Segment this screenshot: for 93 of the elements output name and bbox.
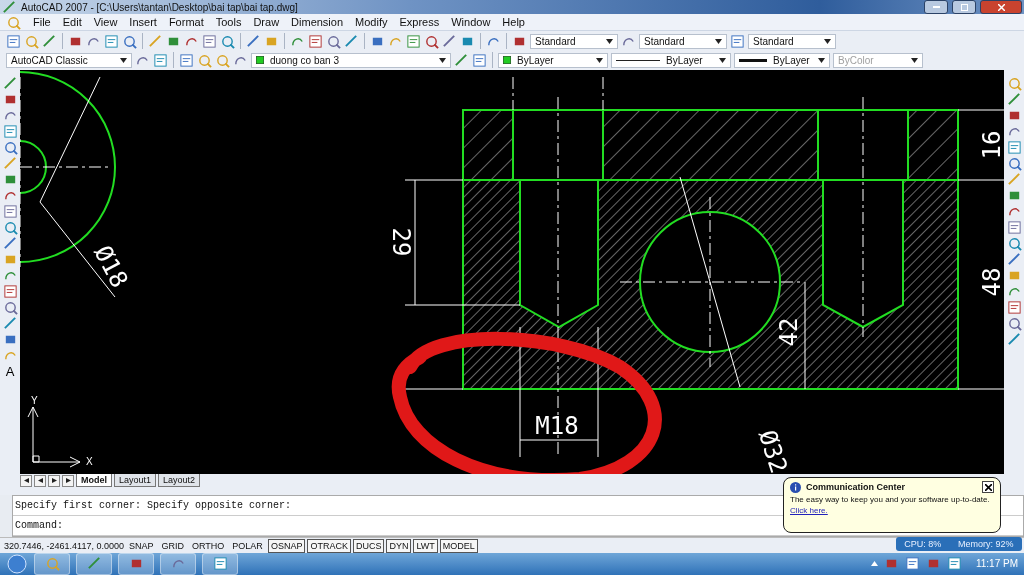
- prev-tab-button[interactable]: [34, 474, 46, 487]
- next-tab-button[interactable]: [48, 474, 60, 487]
- menu-item[interactable]: Window: [451, 16, 491, 29]
- menu-item[interactable]: Modify: [355, 16, 388, 29]
- dropdown-caret-icon[interactable]: [715, 38, 722, 44]
- notification-message: The easy way to keep you and your software up-to-date.: [790, 495, 991, 504]
- status-toggle[interactable]: LWT: [413, 538, 438, 553]
- window-title: AutoCAD 2007 - [C:\Users\tantan\Desktop\bai tap\bai tap.dwg]: [21, 1, 298, 13]
- dropdown-caret-icon[interactable]: [596, 58, 603, 63]
- status-toggle[interactable]: OTRACK: [307, 538, 351, 553]
- arrow-icon: [23, 478, 29, 484]
- menu-item[interactable]: Format: [168, 16, 204, 29]
- coordinates-readout: 320.7446, -2461.4117, 0.0000: [4, 540, 124, 551]
- dimension-text: 29: [387, 227, 415, 257]
- layer-color-icon: [256, 56, 264, 65]
- status-toggle[interactable]: GRID: [158, 538, 187, 553]
- layer-dropdown[interactable]: duong co ban 3: [251, 53, 451, 68]
- drawing-canvas[interactable]: 16 29 48 Ø18 M18 Ø32 42 Y X: [20, 70, 1004, 475]
- dimension-text: Ø18: [88, 241, 134, 293]
- ucs-axis-icon: [27, 406, 81, 468]
- dimension-text: 16: [978, 130, 1004, 160]
- status-toggle[interactable]: DYN: [386, 538, 412, 553]
- clock[interactable]: 11:17 PM: [975, 558, 1018, 570]
- minimize-button[interactable]: [924, 0, 948, 14]
- arrow-icon: [65, 478, 71, 484]
- maximize-button[interactable]: [952, 0, 976, 14]
- notification-title: Communication Center: [806, 482, 906, 492]
- dropdown-caret-icon[interactable]: [824, 38, 831, 44]
- close-icon: [984, 483, 992, 491]
- layer-name: duong co ban 3: [270, 55, 339, 66]
- line-icon[interactable]: [2, 76, 18, 92]
- info-icon: [790, 481, 801, 493]
- layout-tab[interactable]: Layout2: [158, 474, 201, 488]
- menu-item[interactable]: Insert: [129, 16, 157, 29]
- menu-item[interactable]: File: [33, 16, 51, 29]
- status-toggle[interactable]: DUCS: [352, 538, 385, 553]
- layout-tab[interactable]: Model: [76, 474, 112, 488]
- close-icon: [997, 3, 1005, 11]
- color-value: ByLayer: [517, 55, 554, 66]
- menu-item[interactable]: View: [93, 16, 118, 29]
- start-orb-icon[interactable]: [6, 554, 28, 574]
- lineweight-dropdown[interactable]: ByLayer: [734, 53, 830, 68]
- dimension-text: M18: [535, 412, 579, 441]
- minimize-icon: [932, 6, 940, 8]
- multiline-text-tool[interactable]: A: [5, 364, 15, 380]
- table-style-dropdown[interactable]: Standard: [748, 33, 836, 49]
- color-swatch-icon: [503, 56, 511, 65]
- cpu-usage: CPU: 8%: [904, 539, 942, 549]
- axis-label: Y: [31, 395, 38, 407]
- taskbar-button[interactable]: [76, 553, 112, 575]
- memory-usage: Memory: 92%: [958, 539, 1014, 549]
- notification-link[interactable]: Click here.: [790, 506, 994, 515]
- taskbar-button[interactable]: [202, 553, 238, 575]
- text-style-dropdown[interactable]: Standard: [530, 33, 618, 49]
- taskbar-button[interactable]: [160, 553, 196, 575]
- thick-line-icon: [739, 59, 767, 62]
- linetype-dropdown[interactable]: ByLayer: [611, 53, 731, 68]
- menu-item[interactable]: Edit: [62, 16, 82, 29]
- dimension-text: 42: [775, 317, 803, 347]
- status-toggle[interactable]: POLAR: [229, 538, 266, 553]
- dimension-style-dropdown[interactable]: Standard: [639, 33, 727, 49]
- dimension-text: 48: [978, 267, 1004, 297]
- dropdown-caret-icon[interactable]: [120, 58, 127, 63]
- menu-item[interactable]: Dimension: [291, 16, 344, 29]
- close-button[interactable]: [980, 0, 1022, 14]
- status-toggle[interactable]: OSNAP: [267, 538, 306, 553]
- menu-item[interactable]: Tools: [215, 16, 242, 29]
- last-tab-button[interactable]: [62, 474, 74, 487]
- menu-item[interactable]: Draw: [253, 16, 280, 29]
- dropdown-caret-icon[interactable]: [818, 58, 825, 63]
- lineweight-value: ByLayer: [773, 55, 810, 66]
- dropdown-caret-icon[interactable]: [719, 58, 726, 63]
- menu-item[interactable]: Help: [502, 16, 525, 29]
- taskbar-button[interactable]: [118, 553, 154, 575]
- taskbar-button[interactable]: [34, 553, 70, 575]
- first-tab-button[interactable]: [20, 474, 32, 487]
- axis-label: X: [86, 456, 93, 468]
- dimension-text: Ø32: [752, 426, 793, 475]
- maximize-icon: [960, 3, 968, 11]
- dropdown-caret-icon[interactable]: [606, 38, 613, 44]
- color-dropdown[interactable]: ByLayer: [498, 53, 608, 68]
- thin-line-icon: [616, 59, 660, 62]
- status-toggle[interactable]: SNAP: [126, 538, 157, 553]
- arrow-icon: [51, 478, 57, 484]
- dropdown-caret-icon[interactable]: [439, 58, 446, 63]
- linetype-value: ByLayer: [666, 55, 703, 66]
- status-toggle[interactable]: MODEL: [439, 538, 478, 553]
- layout-tab[interactable]: Layout1: [114, 474, 157, 488]
- workspace-dropdown[interactable]: AutoCAD Classic: [6, 53, 132, 68]
- menu-item[interactable]: Express: [399, 16, 440, 29]
- arrow-icon: [37, 478, 43, 484]
- close-button[interactable]: [982, 481, 994, 493]
- status-toggle[interactable]: ORTHO: [189, 538, 228, 553]
